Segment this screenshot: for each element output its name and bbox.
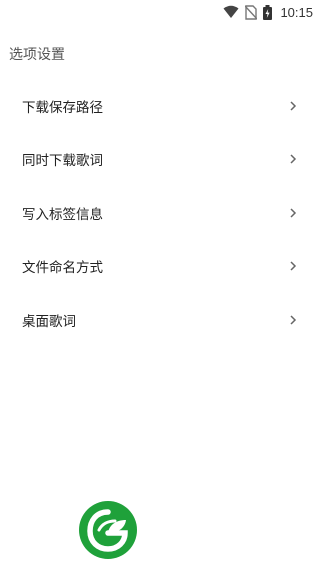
chevron-right-icon bbox=[290, 261, 297, 271]
menu-item-label: 文件命名方式 bbox=[22, 260, 103, 277]
wifi-icon bbox=[223, 5, 239, 19]
status-time: 10:15 bbox=[280, 4, 313, 20]
menu-item-write-tags[interactable]: 写入标签信息 bbox=[0, 186, 320, 240]
chevron-right-icon bbox=[290, 154, 297, 164]
chevron-right-icon bbox=[290, 208, 297, 218]
menu-item-label: 桌面歌词 bbox=[22, 313, 76, 330]
page-title: 选项设置 bbox=[9, 47, 65, 63]
no-sim-icon bbox=[245, 4, 258, 20]
menu-item-download-path[interactable]: 下载保存路径 bbox=[0, 79, 320, 133]
settings-menu: 下载保存路径 同时下载歌词 写入标签信息 文件命名方式 桌面歌词 bbox=[0, 79, 320, 347]
options-settings-screen: 10:15 选项设置 下载保存路径 同时下载歌词 写入标签信息 文件命名方式 桌… bbox=[0, 0, 320, 570]
battery-charging-icon bbox=[263, 4, 273, 20]
status-bar: 10:15 bbox=[0, 0, 320, 24]
menu-item-download-lyrics[interactable]: 同时下载歌词 bbox=[0, 133, 320, 187]
status-icons: 10:15 bbox=[223, 3, 313, 21]
chevron-right-icon bbox=[290, 101, 297, 111]
menu-item-file-naming[interactable]: 文件命名方式 bbox=[0, 240, 320, 294]
menu-item-desktop-lyrics[interactable]: 桌面歌词 bbox=[0, 293, 320, 347]
app-logo-leaf-icon bbox=[78, 500, 138, 560]
menu-item-label: 下载保存路径 bbox=[22, 99, 103, 116]
chevron-right-icon bbox=[290, 315, 297, 325]
menu-item-label: 写入标签信息 bbox=[22, 206, 103, 223]
menu-item-label: 同时下载歌词 bbox=[22, 153, 103, 170]
